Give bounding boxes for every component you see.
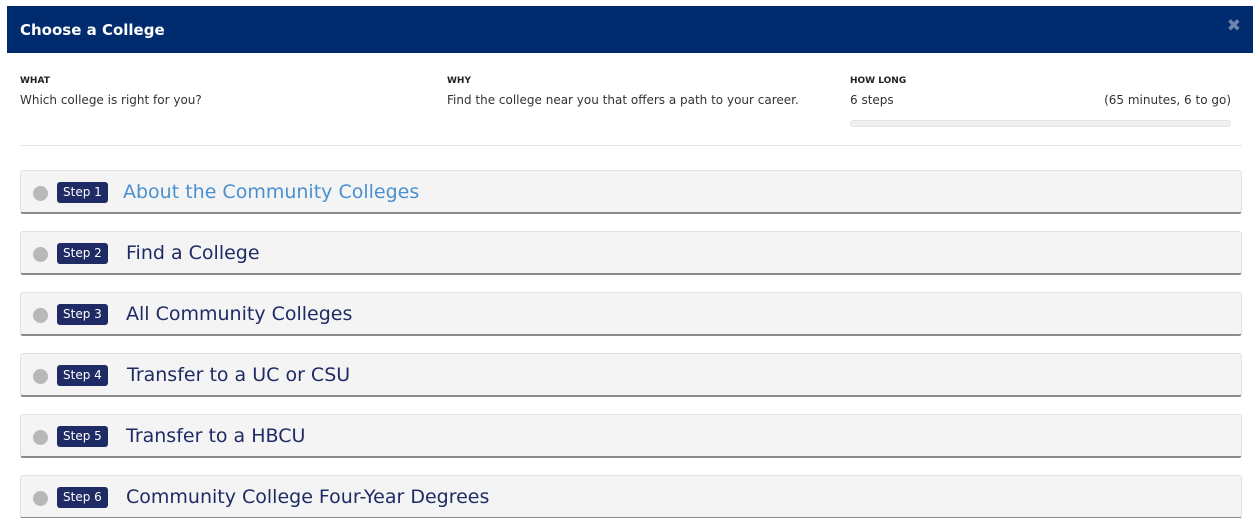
- step-title[interactable]: All Community Colleges: [126, 303, 352, 325]
- step-1-item[interactable]: Step 1 About the Community Colleges: [20, 170, 1242, 214]
- how-long-label: HOW LONG: [850, 76, 907, 86]
- step-title[interactable]: Transfer to a HBCU: [126, 425, 305, 447]
- step-6-item[interactable]: Step 6 Community College Four-Year Degre…: [20, 475, 1242, 518]
- step-title[interactable]: Find a College: [126, 242, 260, 264]
- dialog-title: Choose a College: [20, 21, 165, 39]
- status-dot-icon: [33, 247, 48, 262]
- status-dot-icon: [33, 430, 48, 445]
- status-dot-icon: [33, 308, 48, 323]
- status-dot-icon: [33, 491, 48, 506]
- divider: [20, 145, 1242, 146]
- how-long-section: HOW LONG 6 steps (65 minutes, 6 to go): [850, 76, 1231, 108]
- dialog-header: Choose a College ✖: [7, 6, 1253, 53]
- step-title[interactable]: Community College Four-Year Degrees: [126, 486, 489, 508]
- what-label: WHAT: [20, 76, 50, 86]
- why-section: WHY Find the college near you that offer…: [447, 76, 807, 108]
- step-2-item[interactable]: Step 2 Find a College: [20, 231, 1242, 275]
- what-text: Which college is right for you?: [20, 93, 202, 107]
- step-badge: Step 4: [57, 365, 108, 386]
- step-badge: Step 2: [57, 243, 108, 264]
- step-badge: Step 5: [57, 426, 108, 447]
- step-badge: Step 1: [57, 182, 108, 203]
- step-title[interactable]: About the Community Colleges: [123, 181, 419, 203]
- step-badge: Step 6: [57, 487, 108, 508]
- time-remaining: (65 minutes, 6 to go): [1104, 93, 1231, 107]
- step-5-item[interactable]: Step 5 Transfer to a HBCU: [20, 414, 1242, 458]
- step-title[interactable]: Transfer to a UC or CSU: [127, 364, 350, 386]
- close-icon[interactable]: ✖: [1227, 16, 1241, 36]
- status-dot-icon: [33, 186, 48, 201]
- status-dot-icon: [33, 369, 48, 384]
- step-4-item[interactable]: Step 4 Transfer to a UC or CSU: [20, 353, 1242, 397]
- what-section: WHAT Which college is right for you?: [20, 76, 400, 108]
- how-long-row: 6 steps (65 minutes, 6 to go): [850, 92, 1231, 108]
- progress-bar: [850, 120, 1231, 127]
- why-text: Find the college near you that offers a …: [447, 93, 799, 107]
- why-label: WHY: [447, 76, 471, 86]
- step-count: 6 steps: [850, 93, 894, 107]
- step-3-item[interactable]: Step 3 All Community Colleges: [20, 292, 1242, 336]
- step-badge: Step 3: [57, 304, 108, 325]
